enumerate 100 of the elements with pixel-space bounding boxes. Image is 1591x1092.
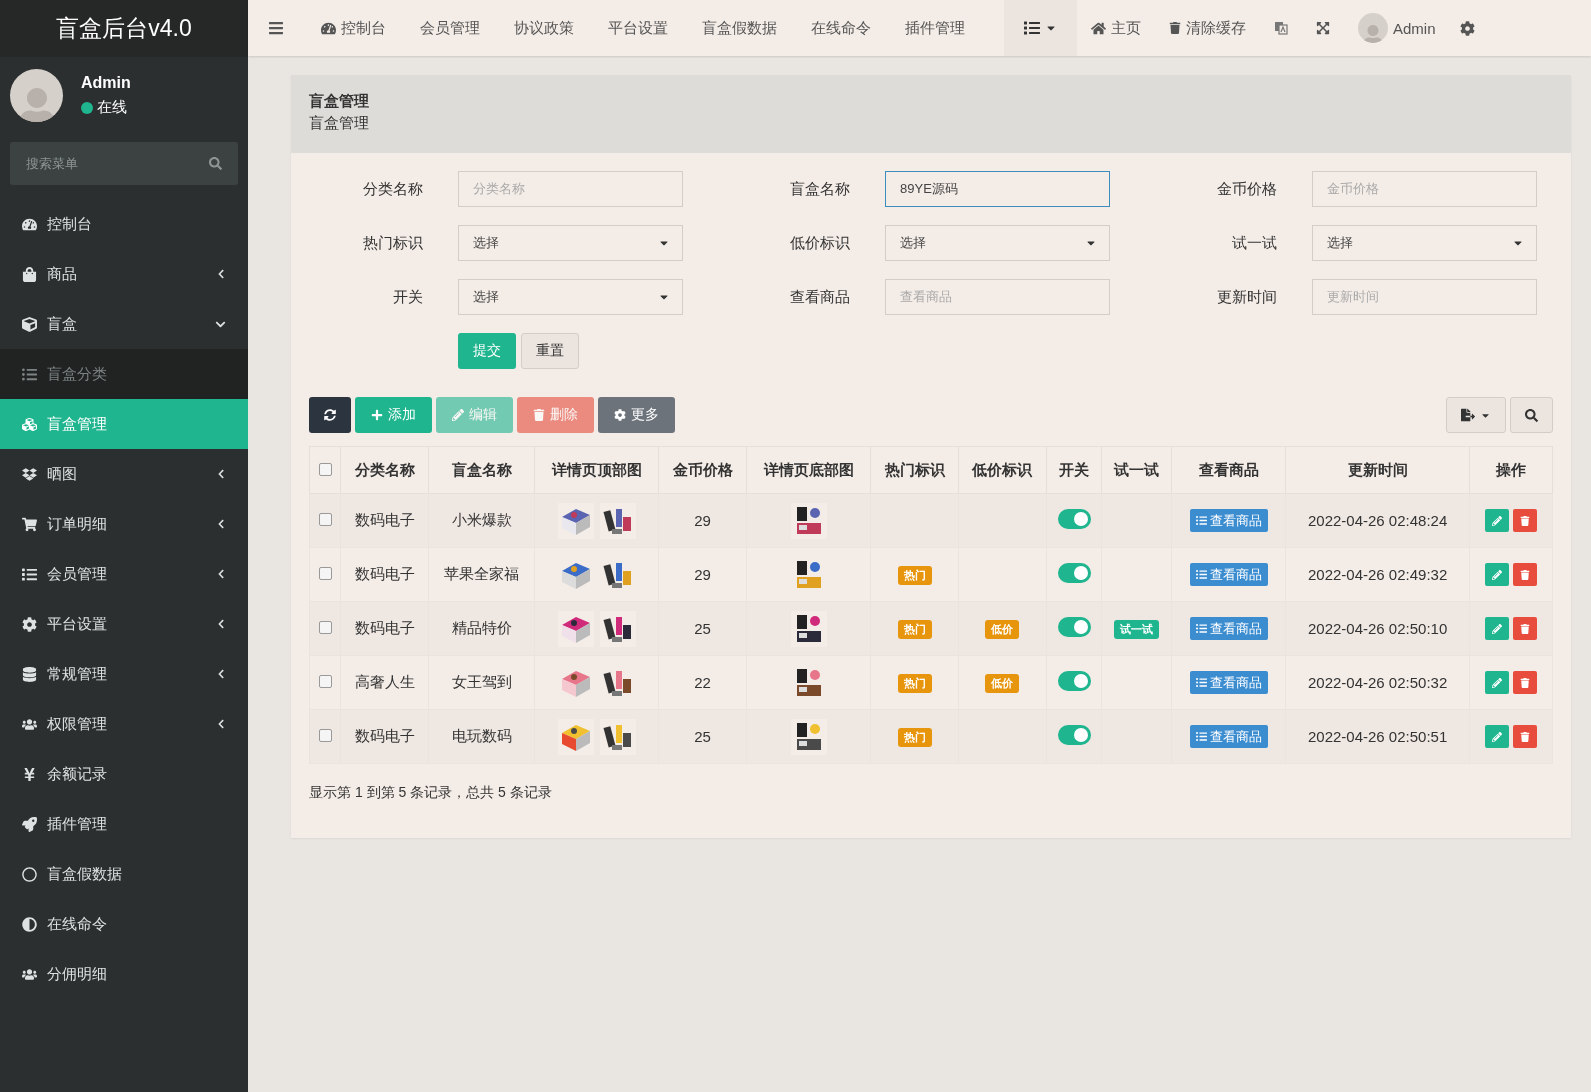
table-cell: 2022-04-26 02:48:24	[1285, 493, 1470, 548]
hot-badge: 热门	[897, 673, 932, 693]
menu-item[interactable]: 插件管理	[0, 799, 248, 849]
menu-icon	[268, 20, 284, 36]
trash-icon	[1519, 569, 1530, 580]
select-field[interactable]: 选择	[1312, 225, 1537, 261]
menu-item[interactable]: 晒图	[0, 449, 248, 499]
menu-icon	[22, 316, 37, 332]
field-label: 低价标识	[789, 233, 850, 253]
translate-icon	[1274, 21, 1288, 35]
table-cell: 数码电子	[340, 493, 429, 548]
menu-item[interactable]: 余额记录	[0, 749, 248, 799]
menu-item[interactable]: 常规管理	[0, 649, 248, 699]
user-menu[interactable]: Admin	[1344, 0, 1450, 56]
menu-icon	[22, 716, 37, 732]
table-cell: 数码电子	[340, 709, 429, 764]
nav-link[interactable]: 会员管理	[403, 0, 497, 56]
gear-icon	[1459, 20, 1475, 36]
column-header: 操作	[1469, 446, 1553, 494]
edit-button[interactable]	[1484, 725, 1509, 748]
menu-icon	[22, 216, 37, 232]
search-icon	[1525, 408, 1538, 422]
field-label: 盲盒名称	[789, 179, 850, 199]
select-field[interactable]: 选择	[458, 225, 683, 261]
avatar-icon	[1358, 13, 1388, 43]
nav-link[interactable]: 盲盒假数据	[685, 0, 794, 56]
view-goods-button[interactable]: 查看商品	[1189, 671, 1268, 694]
select-field[interactable]: 选择	[458, 279, 683, 315]
menu-item[interactable]: 在线命令	[0, 899, 248, 949]
clear-cache-link[interactable]: 清除缓存	[1155, 0, 1260, 56]
edit-button[interactable]	[1484, 563, 1509, 586]
panel-subtitle: 盲盒管理	[309, 114, 370, 133]
hot-badge: 热门	[897, 727, 932, 747]
menu-item[interactable]: 分佣明细	[0, 949, 248, 999]
menu-item[interactable]: 控制台	[0, 199, 248, 249]
field-label: 分类名称	[362, 179, 423, 199]
reset-button[interactable]: 重置	[521, 333, 579, 369]
menu-item[interactable]: 盲盒假数据	[0, 849, 248, 899]
nav-link[interactable]: 在线命令	[794, 0, 888, 56]
view-goods-button[interactable]: 查看商品	[1189, 509, 1268, 532]
checkbox[interactable]	[318, 675, 332, 688]
menu-item[interactable]: 平台设置	[0, 599, 248, 649]
view-goods-button[interactable]: 查看商品	[1189, 725, 1268, 748]
menu-item[interactable]: 订单明细	[0, 499, 248, 549]
checkbox[interactable]	[318, 513, 332, 526]
search-button[interactable]	[1510, 397, 1553, 433]
toggle-switch[interactable]	[1057, 671, 1091, 691]
input-field[interactable]: 89YE源码	[885, 171, 1110, 207]
column-header: 盲盒名称	[428, 446, 535, 494]
menu-item[interactable]: 盲盒	[0, 299, 248, 349]
trash-icon	[1519, 623, 1530, 634]
submenu-item[interactable]: 盲盒分类	[0, 349, 248, 399]
table-cell: 女王驾到	[428, 655, 535, 710]
column-header: 低价标识	[958, 446, 1047, 494]
view-goods-button[interactable]: 查看商品	[1189, 617, 1268, 640]
menu-icon	[22, 466, 37, 482]
low-price-badge: 低价	[985, 673, 1020, 693]
edit-button[interactable]	[1484, 509, 1509, 532]
checkbox[interactable]	[318, 567, 332, 580]
checkbox[interactable]	[318, 462, 332, 476]
home-link[interactable]: 主页	[1077, 0, 1155, 56]
list-icon	[1195, 731, 1207, 742]
edit-button[interactable]	[1484, 671, 1509, 694]
delete-button[interactable]	[1512, 617, 1537, 640]
export-icon	[1461, 408, 1475, 422]
menu-icon	[22, 766, 37, 782]
list-icon	[1195, 515, 1207, 526]
menu-item[interactable]: 商品	[0, 249, 248, 299]
menu-item[interactable]: 权限管理	[0, 699, 248, 749]
delete-button[interactable]	[1512, 563, 1537, 586]
more-menu-button[interactable]	[1004, 0, 1077, 56]
select-field[interactable]: 选择	[885, 225, 1110, 261]
toggle-switch[interactable]	[1057, 725, 1091, 745]
checkbox[interactable]	[318, 621, 332, 634]
menu-icon	[22, 366, 37, 382]
trash-icon	[1519, 731, 1530, 742]
nav-link[interactable]: 插件管理	[888, 0, 982, 56]
delete-button[interactable]	[1512, 671, 1537, 694]
toggle-switch[interactable]	[1057, 563, 1091, 583]
nav-link[interactable]: 平台设置	[591, 0, 685, 56]
menu-item[interactable]: 会员管理	[0, 549, 248, 599]
search-field[interactable]: 搜索菜单	[10, 142, 238, 185]
table-cell: 2022-04-26 02:49:32	[1285, 547, 1470, 602]
toggle-switch[interactable]	[1057, 509, 1091, 529]
view-goods-button[interactable]: 查看商品	[1189, 563, 1268, 586]
delete-button[interactable]	[1512, 725, 1537, 748]
nav-link[interactable]: 协议政策	[497, 0, 591, 56]
delete-button[interactable]	[1512, 509, 1537, 532]
toggle-switch[interactable]	[1057, 617, 1091, 637]
refresh-button[interactable]	[309, 397, 351, 433]
export-button[interactable]	[1446, 397, 1506, 433]
list-icon	[1195, 623, 1207, 634]
more-button[interactable]: 更多	[598, 397, 675, 433]
home-icon	[1091, 20, 1106, 36]
table-cell: 2022-04-26 02:50:51	[1285, 709, 1470, 764]
nav-link[interactable]: 控制台	[304, 0, 403, 56]
avatar-icon	[10, 69, 63, 122]
checkbox[interactable]	[318, 729, 332, 742]
edit-button[interactable]	[1484, 617, 1509, 640]
pencil-icon	[1491, 677, 1502, 688]
